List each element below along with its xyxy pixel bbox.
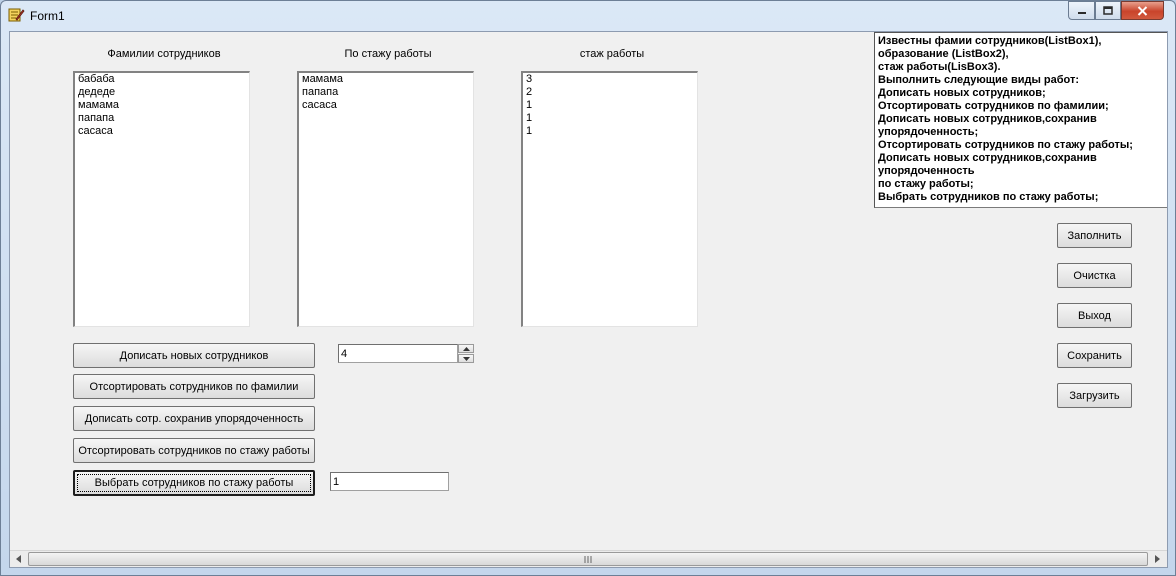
- form-client-area: Фамилии сотрудников По стажу работы стаж…: [9, 31, 1168, 568]
- add-keep-order-button[interactable]: Дописать сотр. сохранив упорядоченность: [73, 406, 315, 431]
- memo-line: Отсортировать сотрудников по стажу работ…: [878, 139, 1133, 151]
- minimize-icon: [1077, 11, 1086, 14]
- memo-line: Отсортировать сотрудников по фамилии;: [878, 100, 1109, 112]
- window-controls: [1068, 1, 1164, 21]
- memo-line: Выполнить следующие виды работ:: [878, 74, 1080, 86]
- spin-down-button[interactable]: [458, 354, 474, 363]
- list-item[interactable]: папапа: [302, 86, 470, 99]
- list-item[interactable]: мамама: [302, 73, 470, 86]
- arrow-down-icon: [462, 356, 470, 361]
- title-bar[interactable]: Form1: [1, 1, 1175, 31]
- label-surnames: Фамилии сотрудников: [107, 48, 221, 60]
- list-item[interactable]: дедеде: [78, 86, 246, 99]
- close-button[interactable]: [1121, 1, 1164, 20]
- list-item[interactable]: бабаба: [78, 73, 246, 86]
- list-item[interactable]: сасаса: [302, 99, 470, 112]
- memo-line: упорядоченность;: [878, 126, 979, 138]
- experience-filter-input[interactable]: [330, 472, 449, 491]
- app-window: Form1 Фамилии сотрудников По стажу работ…: [0, 0, 1176, 576]
- task-description-memo[interactable]: Известны фамии сотрудников(ListBox1), обр…: [874, 32, 1167, 208]
- scroll-thumb[interactable]: [28, 552, 1148, 566]
- list-item[interactable]: 2: [526, 86, 694, 99]
- list-item[interactable]: 1: [526, 99, 694, 112]
- memo-line: Известны фамии сотрудников(ListBox1),: [878, 35, 1102, 47]
- horizontal-scrollbar[interactable]: [10, 550, 1167, 567]
- load-button[interactable]: Загрузить: [1057, 383, 1132, 408]
- scroll-right-button[interactable]: [1149, 551, 1166, 567]
- arrow-left-icon: [16, 555, 21, 563]
- exit-button[interactable]: Выход: [1057, 303, 1132, 328]
- memo-line: стаж работы(LisBox3).: [878, 61, 1001, 73]
- maximize-button[interactable]: [1095, 1, 1121, 20]
- list-item[interactable]: папапа: [78, 112, 246, 125]
- arrow-up-icon: [462, 346, 470, 351]
- label-experience: стаж работы: [579, 48, 645, 60]
- memo-line: Выбрать сотрудников по стажу работы;: [878, 191, 1099, 203]
- maximize-icon: [1103, 6, 1113, 15]
- listbox-experience[interactable]: 32111: [521, 71, 698, 327]
- close-icon: [1137, 5, 1148, 16]
- listbox-surnames[interactable]: бабаба дедеде мамама папапа сасаса: [73, 71, 250, 327]
- label-by-experience: По стажу работы: [344, 48, 432, 60]
- memo-line: Дописать новых сотрудников,сохранив: [878, 113, 1097, 125]
- listbox-by-experience[interactable]: мамама папапа сасаса: [297, 71, 474, 327]
- grip-icon: [584, 555, 591, 563]
- window-title: Form1: [30, 9, 65, 23]
- focus-rectangle: [77, 474, 311, 492]
- memo-line: образование (ListBox2),: [878, 48, 1009, 60]
- employee-count-input[interactable]: [338, 344, 458, 363]
- sort-by-experience-button[interactable]: Отсортировать сотрудников по стажу работ…: [73, 438, 315, 463]
- save-button[interactable]: Сохранить: [1057, 343, 1132, 368]
- clear-button[interactable]: Очистка: [1057, 263, 1132, 288]
- list-item[interactable]: сасаса: [78, 125, 246, 138]
- minimize-button[interactable]: [1068, 1, 1095, 20]
- memo-line: упорядоченность: [878, 165, 975, 177]
- app-icon: [8, 8, 25, 22]
- sort-by-surname-button[interactable]: Отсортировать сотрудников по фамилии: [73, 374, 315, 399]
- select-by-experience-button[interactable]: Выбрать сотрудников по стажу работы: [73, 470, 315, 496]
- add-new-employees-button[interactable]: Дописать новых сотрудников: [73, 343, 315, 368]
- memo-line: Дописать новых сотрудников,сохранив: [878, 152, 1097, 164]
- employee-count-spinner: [458, 344, 474, 363]
- memo-line: по стажу работы;: [878, 178, 974, 190]
- list-item[interactable]: 1: [526, 112, 694, 125]
- list-item[interactable]: 3: [526, 73, 694, 86]
- scroll-left-button[interactable]: [10, 551, 27, 567]
- fill-button[interactable]: Заполнить: [1057, 223, 1132, 248]
- list-item[interactable]: 1: [526, 125, 694, 138]
- spin-up-button[interactable]: [458, 344, 474, 353]
- memo-line: Дописать новых сотрудников;: [878, 87, 1046, 99]
- list-item[interactable]: мамама: [78, 99, 246, 112]
- arrow-right-icon: [1155, 555, 1160, 563]
